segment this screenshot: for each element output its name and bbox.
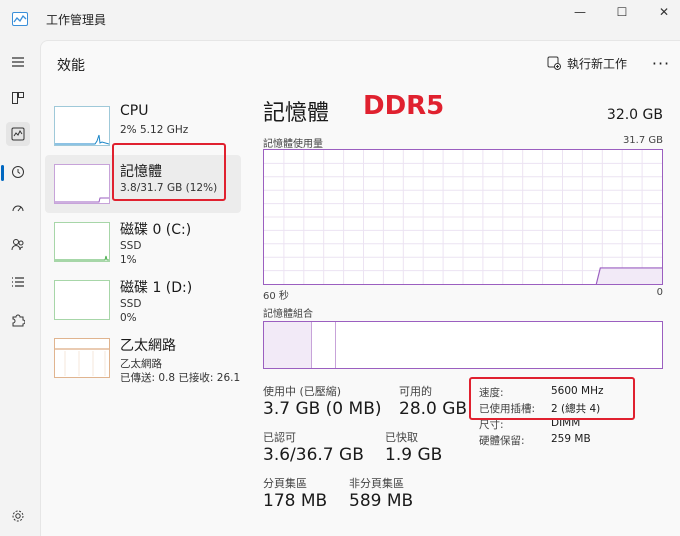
memory-usage-graph: [263, 149, 663, 285]
window-title: 工作管理員: [46, 13, 107, 27]
more-options-button[interactable]: ···: [649, 53, 673, 73]
in-use-label: 使用中 (已壓縮): [263, 385, 342, 398]
hardware-reserved-label: 硬體保留:: [479, 435, 525, 447]
gear-icon: [12, 510, 24, 522]
nav-app-history-button[interactable]: [6, 160, 30, 184]
resource-detail: 乙太網路: [120, 358, 162, 370]
memory-composition-bar: [263, 321, 663, 369]
resource-detail: 已傳送: 0.8 已接收: 26.1: [120, 372, 241, 384]
nav-users-button[interactable]: [6, 232, 30, 256]
speed-value: 5600 MHz: [551, 385, 604, 397]
paged-pool-value: 178 MB: [263, 491, 328, 511]
form-factor-label: 尺寸:: [479, 419, 504, 431]
paged-pool-label: 分頁集區: [263, 477, 307, 490]
available-label: 可用的: [399, 385, 432, 398]
resource-name: CPU: [120, 103, 149, 119]
hamburger-menu-button[interactable]: [6, 50, 30, 74]
maximize-button[interactable]: ☐: [602, 2, 642, 22]
slots-label: 已使用插槽:: [479, 403, 536, 415]
resource-detail: 0%: [120, 312, 137, 324]
graph-gridlines: [264, 150, 662, 284]
title-bar: 工作管理員 — ☐ ✕: [0, 0, 680, 38]
task-manager-icon: [12, 12, 28, 26]
time-axis-zero: 0: [656, 287, 663, 298]
ethernet-thumbnail-graph: [54, 338, 110, 378]
puzzle-icon: [12, 314, 25, 327]
ddr5-annotation: DDR5: [363, 91, 445, 121]
close-button[interactable]: ✕: [644, 2, 680, 22]
disk0-thumbnail-graph: [54, 222, 110, 262]
hamburger-icon: [12, 57, 24, 67]
minimize-button[interactable]: —: [560, 2, 600, 22]
resource-item-memory[interactable]: 記憶體 3.8/31.7 GB (12%): [45, 155, 241, 213]
nav-services-button[interactable]: [6, 308, 30, 332]
resource-name: 記憶體: [120, 164, 162, 180]
resource-detail: SSD: [120, 298, 142, 310]
performance-icon: [11, 127, 25, 141]
usage-graph-max: 31.7 GB: [622, 135, 663, 146]
usage-graph-label: 記憶體使用量: [263, 139, 323, 150]
speed-label: 速度:: [479, 387, 504, 399]
users-icon: [11, 239, 24, 251]
resource-item-disk-1[interactable]: 磁碟 1 (D:) SSD 0%: [45, 271, 241, 329]
available-value: 28.0 GB: [399, 399, 468, 419]
nav-performance-button[interactable]: [6, 122, 30, 146]
detail-title: 記憶體: [263, 101, 330, 126]
nav-startup-button[interactable]: [6, 196, 30, 220]
processes-icon: [12, 92, 24, 104]
in-use-value: 3.7 GB (0 MB): [263, 399, 382, 419]
resource-detail: 3.8/31.7 GB (12%): [120, 182, 218, 194]
run-new-task-label: 執行新工作: [567, 56, 628, 71]
hardware-reserved-value: 259 MB: [551, 433, 591, 445]
resource-name: 乙太網路: [120, 338, 176, 354]
nonpaged-pool-value: 589 MB: [349, 491, 414, 511]
main-panel: 效能 執行新工作 ··· CPU 2% 5.12 GHz 記憶體 3.8/31.…: [40, 40, 680, 536]
composition-label: 記憶體組合: [263, 309, 313, 320]
disk1-thumbnail-graph: [54, 280, 110, 320]
nonpaged-pool-label: 非分頁集區: [349, 477, 404, 490]
nav-processes-button[interactable]: [6, 86, 30, 110]
active-nav-indicator: [1, 165, 4, 181]
resource-detail: 1%: [120, 254, 137, 266]
slots-value: 2 (總共 4): [551, 403, 601, 415]
resource-item-disk-0[interactable]: 磁碟 0 (C:) SSD 1%: [45, 213, 241, 271]
navigation-rail: [0, 38, 36, 536]
resource-name: 磁碟 0 (C:): [120, 222, 192, 238]
composition-in-use: [264, 322, 312, 368]
committed-label: 已認可: [263, 431, 296, 444]
add-task-icon: [547, 56, 561, 70]
speedometer-icon: [12, 205, 24, 212]
committed-value: 3.6/36.7 GB: [263, 445, 364, 465]
page-title: 效能: [57, 58, 85, 74]
usage-area: [596, 267, 662, 284]
run-new-task-button[interactable]: 執行新工作: [547, 53, 627, 73]
cpu-thumbnail-graph: [54, 106, 110, 146]
time-axis-label: 60 秒: [263, 291, 289, 302]
cached-label: 已快取: [385, 431, 418, 444]
resource-item-cpu[interactable]: CPU 2% 5.12 GHz: [45, 97, 241, 155]
cached-value: 1.9 GB: [385, 445, 443, 465]
form-factor-value: DIMM: [551, 417, 581, 429]
resource-item-ethernet[interactable]: 乙太網路 乙太網路 已傳送: 0.8 已接收: 26.1: [45, 329, 241, 387]
nav-details-button[interactable]: [6, 270, 30, 294]
total-memory: 32.0 GB: [606, 107, 663, 123]
list-icon: [12, 277, 24, 287]
memory-thumbnail-graph: [54, 164, 110, 204]
composition-cached: [312, 322, 336, 368]
resource-detail: 2% 5.12 GHz: [120, 124, 189, 136]
history-icon: [12, 166, 24, 178]
settings-button[interactable]: [8, 506, 28, 526]
resource-detail: SSD: [120, 240, 142, 252]
resource-name: 磁碟 1 (D:): [120, 280, 193, 296]
